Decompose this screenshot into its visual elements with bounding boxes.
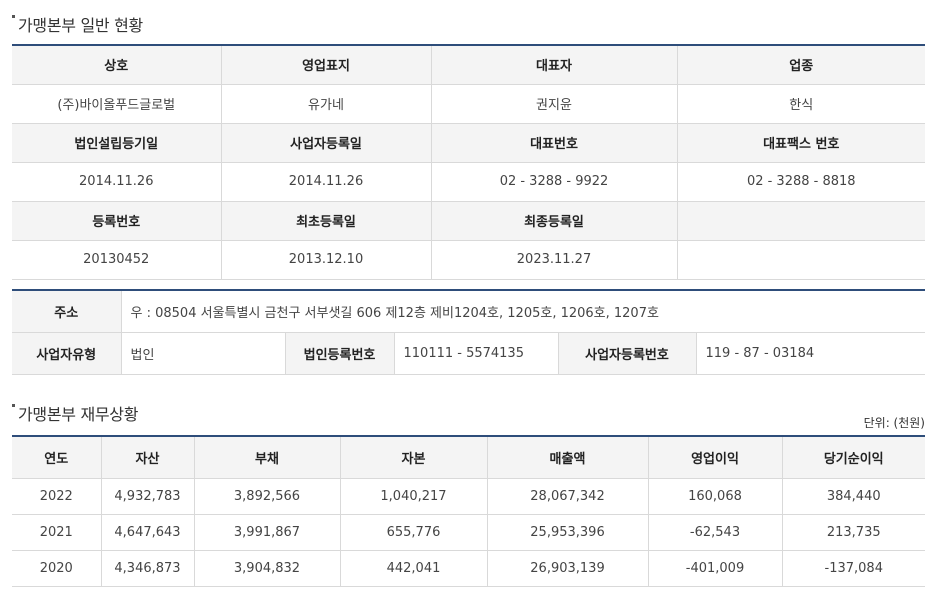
industry-header: 업종 bbox=[677, 45, 925, 85]
biz-type-label: 사업자유형 bbox=[12, 332, 122, 375]
operating-income-cell: -62,543 bbox=[648, 514, 783, 551]
equity-cell: 655,776 bbox=[340, 514, 488, 551]
operating-income-cell: 160,068 bbox=[648, 478, 783, 515]
assets-cell: 4,346,873 bbox=[101, 550, 195, 587]
biz-no-label: 사업자등록번호 bbox=[558, 332, 697, 375]
revenue-cell: 28,067,342 bbox=[487, 478, 649, 515]
address-value: 우 : 08504 서울특별시 금천구 서부샛길 606 제12층 제비1204… bbox=[121, 290, 926, 333]
general-status-title-text: 가맹본부 일반 현황 bbox=[18, 16, 143, 35]
year-cell: 2021 bbox=[12, 514, 102, 551]
net-income-header: 당기순이익 bbox=[782, 436, 925, 479]
phone-value: 02 - 3288 - 9922 bbox=[431, 162, 678, 202]
empty-header bbox=[677, 201, 925, 241]
revenue-cell: 26,903,139 bbox=[487, 550, 649, 587]
table-row: 상호 영업표지 대표자 업종 bbox=[12, 45, 925, 85]
general-info-table: 상호 영업표지 대표자 업종 (주)바이올푸드글로벌 유가네 권지윤 한식 법인… bbox=[12, 44, 925, 280]
net-income-cell: 384,440 bbox=[782, 478, 925, 515]
biz-no-value: 119 - 87 - 03184 bbox=[696, 332, 926, 375]
corp-established-value: 2014.11.26 bbox=[12, 162, 222, 202]
unit-label: 단위: (천원) bbox=[863, 416, 925, 430]
address-label: 주소 bbox=[12, 290, 122, 333]
revenue-cell: 25,953,396 bbox=[487, 514, 649, 551]
fax-value: 02 - 3288 - 8818 bbox=[677, 162, 925, 202]
first-registered-value: 2013.12.10 bbox=[221, 240, 432, 280]
operating-income-cell: -401,009 bbox=[648, 550, 783, 587]
liabilities-cell: 3,904,832 bbox=[194, 550, 341, 587]
trade-name-header: 상호 bbox=[12, 45, 222, 85]
biz-registered-header: 사업자등록일 bbox=[221, 123, 432, 163]
operating-income-header: 영업이익 bbox=[648, 436, 783, 479]
trade-name-value: (주)바이올푸드글로벌 bbox=[12, 84, 222, 124]
corp-established-header: 법인설립등기일 bbox=[12, 123, 222, 163]
corp-no-value: 110111 - 5574135 bbox=[394, 332, 559, 375]
general-status-title: 가맹본부 일반 현황 bbox=[12, 12, 143, 36]
registration-no-header: 등록번호 bbox=[12, 201, 222, 241]
table-row: 사업자유형 법인 법인등록번호 110111 - 5574135 사업자등록번호… bbox=[12, 332, 926, 375]
table-row: 20130452 2013.12.10 2023.11.27 bbox=[12, 240, 925, 280]
biz-registered-value: 2014.11.26 bbox=[221, 162, 432, 202]
year-cell: 2020 bbox=[12, 550, 102, 587]
empty-value bbox=[677, 240, 925, 280]
phone-header: 대표번호 bbox=[431, 123, 678, 163]
ceo-header: 대표자 bbox=[431, 45, 678, 85]
table-row: 2014.11.26 2014.11.26 02 - 3288 - 9922 0… bbox=[12, 162, 925, 202]
equity-header: 자본 bbox=[340, 436, 488, 479]
table-row: 2022 4,932,783 3,892,566 1,040,217 28,06… bbox=[12, 478, 925, 515]
liabilities-header: 부채 bbox=[194, 436, 341, 479]
ceo-value: 권지윤 bbox=[431, 84, 678, 124]
table-row: 등록번호 최초등록일 최종등록일 bbox=[12, 201, 925, 241]
last-registered-header: 최종등록일 bbox=[431, 201, 678, 241]
corp-no-label: 법인등록번호 bbox=[285, 332, 395, 375]
industry-value: 한식 bbox=[677, 84, 925, 124]
table-row: 2021 4,647,643 3,991,867 655,776 25,953,… bbox=[12, 514, 925, 551]
fax-header: 대표팩스 번호 bbox=[677, 123, 925, 163]
table-row: (주)바이올푸드글로벌 유가네 권지윤 한식 bbox=[12, 84, 925, 124]
bullet-icon bbox=[12, 404, 15, 407]
biz-type-value: 법인 bbox=[121, 332, 286, 375]
equity-cell: 442,041 bbox=[340, 550, 488, 587]
assets-cell: 4,647,643 bbox=[101, 514, 195, 551]
brand-header: 영업표지 bbox=[221, 45, 432, 85]
finance-table: 연도 자산 부채 자본 매출액 영업이익 당기순이익 2022 4,932,78… bbox=[12, 435, 925, 587]
finance-status-title-text: 가맹본부 재무상황 bbox=[18, 405, 139, 424]
assets-cell: 4,932,783 bbox=[101, 478, 195, 515]
liabilities-cell: 3,892,566 bbox=[194, 478, 341, 515]
finance-status-title: 가맹본부 재무상황 bbox=[12, 401, 138, 425]
liabilities-cell: 3,991,867 bbox=[194, 514, 341, 551]
brand-value: 유가네 bbox=[221, 84, 432, 124]
address-table: 주소 우 : 08504 서울특별시 금천구 서부샛길 606 제12층 제비1… bbox=[12, 289, 926, 375]
year-cell: 2022 bbox=[12, 478, 102, 515]
net-income-cell: 213,735 bbox=[782, 514, 925, 551]
bullet-icon bbox=[12, 15, 15, 18]
year-header: 연도 bbox=[12, 436, 102, 479]
table-row: 2020 4,346,873 3,904,832 442,041 26,903,… bbox=[12, 550, 925, 587]
assets-header: 자산 bbox=[101, 436, 195, 479]
registration-no-value: 20130452 bbox=[12, 240, 222, 280]
table-row: 법인설립등기일 사업자등록일 대표번호 대표팩스 번호 bbox=[12, 123, 925, 163]
table-row: 주소 우 : 08504 서울특별시 금천구 서부샛길 606 제12층 제비1… bbox=[12, 290, 926, 333]
last-registered-value: 2023.11.27 bbox=[431, 240, 678, 280]
table-header-row: 연도 자산 부채 자본 매출액 영업이익 당기순이익 bbox=[12, 436, 925, 479]
equity-cell: 1,040,217 bbox=[340, 478, 488, 515]
net-income-cell: -137,084 bbox=[782, 550, 925, 587]
revenue-header: 매출액 bbox=[487, 436, 649, 479]
first-registered-header: 최초등록일 bbox=[221, 201, 432, 241]
